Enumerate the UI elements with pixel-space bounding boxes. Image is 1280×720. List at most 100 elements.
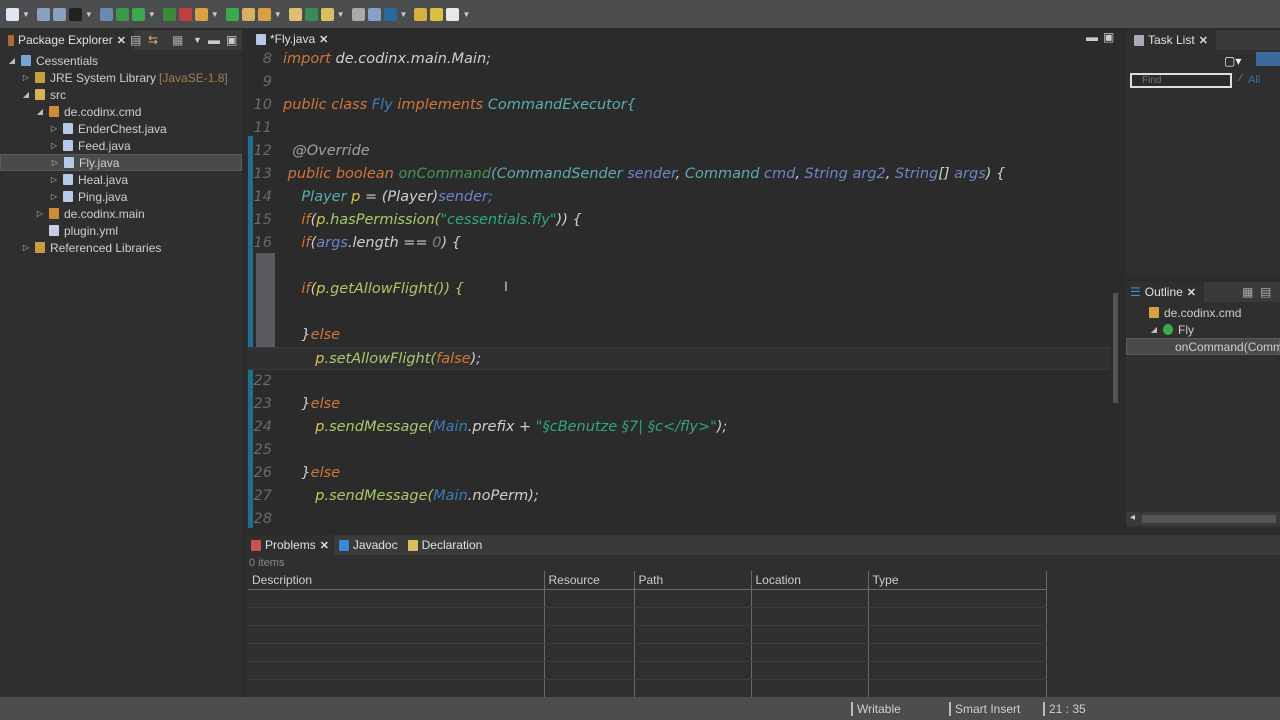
new-icon[interactable] (6, 7, 19, 21)
expand-icon[interactable]: ▷ (50, 124, 58, 133)
run-green-icon[interactable] (131, 7, 145, 21)
pen-icon[interactable] (288, 7, 302, 21)
tree-item[interactable]: ▷ EnderChest.java (0, 120, 242, 137)
code-line[interactable]: 15 if(p.hasPermission("cessentials.fly")… (248, 209, 1110, 232)
code-line[interactable]: }else (248, 324, 1110, 347)
skip-icon[interactable] (99, 7, 113, 21)
expand-icon[interactable]: ◢ (1150, 325, 1158, 334)
tab-task-list[interactable]: Task List ✕ (1126, 30, 1216, 50)
close-icon[interactable]: ✕ (320, 539, 329, 552)
outline-item[interactable]: onCommand(Comm (1126, 338, 1280, 355)
maximize-icon[interactable]: ▣ (1103, 30, 1114, 44)
outline-item[interactable]: de.codinx.cmd (1126, 304, 1280, 321)
code-line[interactable]: 10 public class Fly implements CommandExe… (248, 94, 1110, 117)
dropdown-icon[interactable]: ▼ (400, 10, 408, 19)
close-icon[interactable]: ✕ (1187, 286, 1196, 299)
code-line[interactable]: 14 Player p = (Player)sender; (248, 186, 1110, 209)
new-class-icon[interactable] (225, 7, 239, 21)
save-icon[interactable] (36, 7, 50, 21)
view-menu-icon[interactable]: ▦ (172, 33, 183, 47)
code-line[interactable]: 11 (248, 117, 1110, 140)
maximize-icon[interactable]: ▣ (226, 33, 237, 47)
code-line[interactable] (248, 255, 1110, 278)
expand-icon[interactable]: ▷ (50, 141, 58, 150)
tree-item[interactable]: ◢ Cessentials (0, 52, 242, 69)
tree-item[interactable]: ▷ de.codinx.main (0, 205, 242, 222)
scroll-thumb[interactable] (1113, 293, 1118, 403)
expand-icon[interactable]: ▷ (22, 243, 30, 252)
close-icon[interactable]: ✕ (1199, 34, 1208, 47)
dropdown-icon[interactable]: ▼ (193, 35, 202, 45)
debug-icon[interactable] (68, 7, 82, 21)
sort-icon[interactable]: ▦ (1242, 285, 1253, 299)
tree-item[interactable]: ◢ de.codinx.cmd (0, 103, 242, 120)
tree-item[interactable]: ▷ Heal.java (0, 171, 242, 188)
code-line[interactable]: if(p.getAllowFlight()) { (248, 278, 1110, 301)
editor-scrollbar[interactable] (1112, 48, 1120, 528)
column-header[interactable]: Type (868, 571, 1047, 590)
prev-annotation-icon[interactable] (414, 7, 428, 21)
task-icon[interactable] (351, 7, 365, 21)
all-filter-link[interactable]: All (1248, 74, 1260, 86)
dropdown-icon[interactable]: ▼ (462, 10, 470, 19)
column-header[interactable]: Location (751, 571, 869, 590)
tree-item[interactable]: ▷ Ping.java (0, 188, 242, 205)
minimize-icon[interactable]: ▬ (208, 33, 220, 47)
expand-icon[interactable]: ▷ (50, 192, 58, 201)
code-editor[interactable]: 8 import de.codinx.main.Main; 9 10 public cl… (248, 48, 1110, 528)
outline-hscrollbar[interactable]: ◂ (1126, 512, 1280, 526)
open-folder-icon[interactable] (257, 7, 271, 21)
tree-item[interactable]: plugin.yml (0, 222, 242, 239)
new-task-icon[interactable]: ▢▾ (1224, 54, 1241, 68)
external-tools-icon[interactable] (178, 7, 192, 21)
tree-item[interactable]: ▷ Feed.java (0, 137, 242, 154)
code-line[interactable]: 22 (248, 370, 1110, 393)
tree-item[interactable]: ▷ Referenced Libraries (0, 239, 242, 256)
code-line[interactable]: 13 public boolean onCommand(CommandSende… (248, 163, 1110, 186)
tab-package-explorer[interactable]: Package Explorer ✕ (0, 30, 134, 50)
code-line[interactable]: 28 (248, 508, 1110, 528)
back-icon[interactable] (430, 7, 444, 21)
tab-declaration[interactable]: Declaration (403, 535, 488, 555)
save-all-icon[interactable] (52, 7, 66, 21)
scroll-left-icon[interactable]: ◂ (1130, 512, 1135, 523)
tree-item[interactable]: ◢ src (0, 86, 242, 103)
code-line[interactable]: 12 @Override (248, 140, 1110, 163)
code-line[interactable]: 8 import de.codinx.main.Main; (248, 48, 1110, 71)
code-line[interactable]: p.setAllowFlight(false); (248, 347, 1110, 370)
code-line[interactable]: 9 (248, 71, 1110, 94)
categorize-icon[interactable] (1256, 52, 1280, 66)
new-package-icon[interactable] (194, 7, 208, 21)
dropdown-icon[interactable]: ▼ (22, 10, 30, 19)
tab-outline[interactable]: ☰ Outline ✕ (1126, 282, 1205, 302)
code-line[interactable]: 23 }else (248, 393, 1110, 416)
expand-icon[interactable]: ▷ (50, 175, 58, 184)
run-icon[interactable] (115, 7, 129, 21)
search-icon[interactable] (304, 7, 318, 21)
dropdown-icon[interactable]: ▼ (274, 10, 282, 19)
code-line[interactable]: 27 p.sendMessage(Main.noPerm); (248, 485, 1110, 508)
tree-item[interactable]: ▷ JRE System Library [JavaSE-1.8] (0, 69, 242, 86)
expand-icon[interactable]: ▷ (36, 209, 44, 218)
close-icon[interactable]: ✕ (319, 33, 328, 46)
dropdown-icon[interactable]: ▼ (148, 10, 156, 19)
dropdown-icon[interactable]: ▼ (337, 10, 345, 19)
next-annotation-icon[interactable] (383, 7, 397, 21)
expand-icon[interactable]: ◢ (36, 107, 44, 116)
hide-fields-icon[interactable]: ▤ (1260, 285, 1271, 299)
editor-icon[interactable] (367, 7, 381, 21)
dropdown-icon[interactable]: ▼ (85, 10, 93, 19)
expand-icon[interactable]: ▷ (22, 73, 30, 82)
column-header[interactable]: Path (634, 571, 752, 590)
open-type-icon[interactable] (241, 7, 255, 21)
tab-fly-java[interactable]: *Fly.java ✕ (248, 30, 1120, 48)
annotation-icon[interactable] (320, 7, 334, 21)
code-line[interactable]: 25 (248, 439, 1110, 462)
code-line[interactable]: 24 p.sendMessage(Main.prefix + "§cBenutz… (248, 416, 1110, 439)
code-line[interactable]: 26 }else (248, 462, 1110, 485)
tree-item[interactable]: ▷ Fly.java (0, 154, 242, 171)
expand-icon[interactable]: ◢ (8, 56, 16, 65)
close-icon[interactable]: ✕ (117, 34, 126, 47)
collapse-all-icon[interactable]: ▤ (130, 33, 141, 47)
forward-icon[interactable] (446, 7, 460, 21)
